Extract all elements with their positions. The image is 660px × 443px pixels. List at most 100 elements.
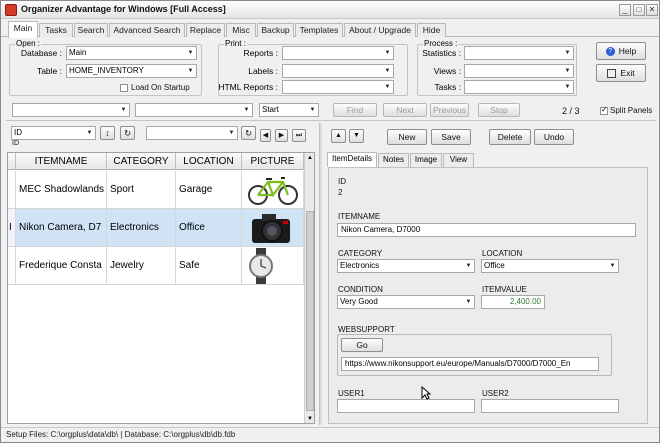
maximize-icon[interactable]: □ (633, 4, 645, 16)
location-select[interactable]: Office ▼ (481, 259, 619, 273)
column-header-category[interactable]: CATEGORY (107, 153, 176, 170)
record-down-icon[interactable]: ▼ (349, 129, 364, 143)
refresh-icon[interactable]: ↻ (120, 126, 135, 140)
sort-field-value: ID (14, 128, 22, 137)
scroll-up-icon[interactable]: ▲ (305, 153, 314, 163)
panel-splitter[interactable] (319, 123, 322, 425)
database-select[interactable]: Main ▼ (66, 46, 197, 60)
user1-field[interactable] (337, 399, 475, 413)
table-row-cell-category[interactable]: Electronics (107, 209, 176, 247)
table-select[interactable]: HOME_INVENTORY ▼ (66, 64, 197, 78)
labels-select[interactable]: ▼ (282, 64, 394, 78)
nav-last-icon[interactable]: ⏭ (292, 129, 306, 142)
stop-button[interactable]: Stop (478, 103, 520, 117)
tab-hide[interactable]: Hide (417, 23, 446, 37)
exit-button[interactable]: Exit (596, 64, 646, 82)
table-row-cell-category[interactable]: Sport (107, 171, 176, 209)
close-icon[interactable]: ✕ (646, 4, 658, 16)
table-row-cell-location[interactable]: Office (176, 209, 242, 247)
sort-field-select[interactable]: ID ▼ (11, 126, 96, 140)
help-button[interactable]: ? Help (596, 42, 646, 60)
html-reports-select[interactable]: ▼ (282, 80, 394, 94)
load-on-startup-label: Load On Startup (131, 83, 190, 92)
minimize-icon[interactable]: _ (619, 4, 631, 16)
split-panels-checkbox[interactable]: ✓ (600, 105, 608, 115)
tab-view[interactable]: View (443, 153, 474, 167)
table-row-cell-picture[interactable] (242, 209, 304, 247)
labels-label: Labels : (248, 66, 278, 76)
tab-misc[interactable]: Misc (226, 23, 256, 37)
table-row-cell-itemname[interactable]: MEC Shadowlands (16, 171, 107, 209)
tab-backup[interactable]: Backup (257, 23, 294, 37)
table-row-cell-picture[interactable] (242, 247, 304, 285)
grid-scrollbar[interactable]: ▲ ▼ (304, 153, 314, 423)
go-button[interactable]: Go (341, 338, 383, 352)
tab-about-upgrade[interactable]: About / Upgrade (344, 23, 416, 37)
user2-field[interactable] (481, 399, 619, 413)
title-bar: Organizer Advantage for Windows [Full Ac… (1, 1, 659, 19)
statistics-select[interactable]: ▼ (464, 46, 574, 60)
refresh-icon[interactable]: ↻ (241, 126, 256, 140)
condition-select[interactable]: Very Good ▼ (337, 295, 475, 309)
table-row-cell-itemname[interactable]: Nikon Camera, D7 (16, 209, 107, 247)
tab-search[interactable]: Search (74, 23, 108, 37)
save-button[interactable]: Save (431, 129, 471, 145)
record-up-icon[interactable]: ▲ (331, 129, 346, 143)
table-row-cell-location[interactable]: Safe (176, 247, 242, 285)
database-value: Main (69, 48, 87, 57)
process-group-legend: Process : (423, 39, 459, 48)
table-row-cell-itemname[interactable]: Frederique Consta (16, 247, 107, 285)
scrollbar-thumb[interactable] (306, 211, 314, 411)
tab-templates[interactable]: Templates (295, 23, 343, 37)
nav-next-icon[interactable]: ▶ (275, 129, 288, 142)
tab-tasks[interactable]: Tasks (39, 23, 73, 37)
chevron-down-icon: ▼ (384, 84, 391, 90)
undo-button[interactable]: Undo (534, 129, 574, 145)
scroll-down-icon[interactable]: ▼ (305, 414, 314, 423)
condition-label: CONDITION (338, 285, 383, 294)
chevron-down-icon: ▼ (120, 107, 127, 113)
column-header-picture[interactable]: PICTURE (242, 153, 304, 170)
column-header-itemname[interactable]: ITEMNAME (16, 153, 107, 170)
app-window: Organizer Advantage for Windows [Full Ac… (0, 0, 660, 443)
views-select[interactable]: ▼ (464, 64, 574, 78)
match-mode-value: Start (262, 105, 279, 114)
tab-notes[interactable]: Notes (378, 153, 409, 167)
tab-advanced-search[interactable]: Advanced Search (109, 23, 185, 37)
delete-button[interactable]: Delete (489, 129, 531, 145)
previous-button[interactable]: Previous (430, 103, 469, 117)
row-marker: I (9, 222, 12, 233)
itemname-field[interactable]: Nikon Camera, D7000 (337, 223, 636, 237)
search-field-select[interactable]: ▼ (12, 103, 130, 117)
table-row-cell-category[interactable]: Jewelry (107, 247, 176, 285)
tab-main[interactable]: Main (8, 21, 38, 38)
table-row-cell-picture[interactable] (242, 171, 304, 209)
itemvalue-field[interactable]: 2,400.00 (481, 295, 545, 309)
next-button[interactable]: Next (383, 103, 427, 117)
load-on-startup-checkbox[interactable] (120, 84, 128, 92)
row-header[interactable]: I (8, 209, 16, 247)
tab-replace[interactable]: Replace (186, 23, 225, 37)
table-label: Table : (36, 66, 62, 76)
reports-select[interactable]: ▼ (282, 46, 394, 60)
nav-prev-icon[interactable]: ◀ (260, 129, 271, 142)
exit-label: Exit (620, 68, 635, 78)
category-select[interactable]: Electronics ▼ (337, 259, 475, 273)
watch-icon (249, 248, 273, 284)
websupport-field[interactable]: https://www.nikonsupport.eu/europe/Manua… (341, 357, 599, 371)
new-button[interactable]: New (387, 129, 427, 145)
search-value-select[interactable]: ▼ (135, 103, 253, 117)
table-row-cell-location[interactable]: Garage (176, 171, 242, 209)
sort-direction-icon[interactable]: ↕ (100, 126, 115, 140)
find-button[interactable]: Find (333, 103, 377, 117)
tab-itemdetails[interactable]: ItemDetails (327, 152, 377, 167)
row-header[interactable] (8, 247, 16, 285)
help-label: Help (618, 46, 637, 56)
row-header[interactable] (8, 171, 16, 209)
chevron-down-icon: ▼ (384, 50, 391, 56)
tasks-select[interactable]: ▼ (464, 80, 574, 94)
column-header-location[interactable]: LOCATION (176, 153, 242, 170)
filter-select[interactable]: ▼ (146, 126, 238, 140)
tab-image[interactable]: Image (410, 153, 442, 167)
match-mode-select[interactable]: Start ▼ (259, 103, 319, 117)
